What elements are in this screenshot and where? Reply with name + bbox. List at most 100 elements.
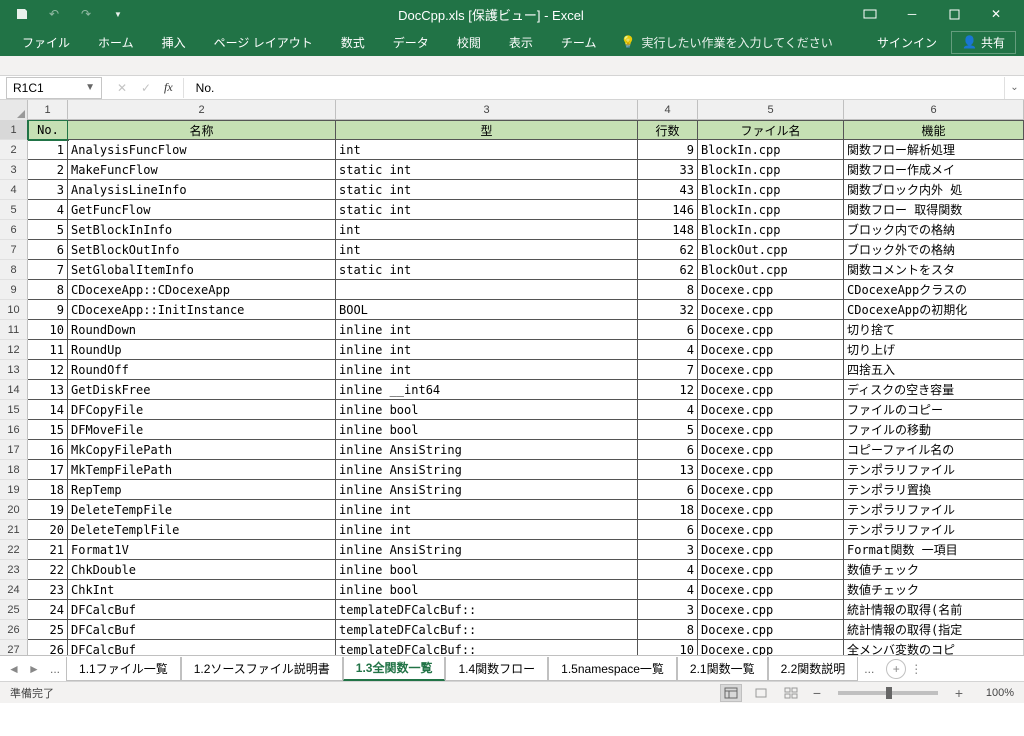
cell-func[interactable]: 関数フロー解析処理 [844, 140, 1024, 160]
tab-insert[interactable]: 挿入 [148, 28, 200, 56]
cell-file[interactable]: BlockIn.cpp [698, 140, 844, 160]
cell-line[interactable]: 8 [638, 280, 698, 300]
cell-type[interactable]: inline AnsiString [336, 460, 638, 480]
signin-button[interactable]: サインイン [867, 34, 947, 51]
cell-line[interactable]: 13 [638, 460, 698, 480]
cell-no[interactable]: 17 [28, 460, 68, 480]
header-cell-line[interactable]: 行数 [638, 120, 698, 140]
row-header[interactable]: 26 [0, 620, 28, 640]
cell-func[interactable]: ブロック外での格納 [844, 240, 1024, 260]
cell-func[interactable]: 統計情報の取得(指定 [844, 620, 1024, 640]
cell-type[interactable]: int [336, 140, 638, 160]
cell-line[interactable]: 4 [638, 560, 698, 580]
zoom-level[interactable]: 100% [974, 687, 1014, 699]
cell-type[interactable]: int [336, 240, 638, 260]
cell-no[interactable]: 13 [28, 380, 68, 400]
sheet-tab[interactable]: 1.5namespace一覧 [548, 657, 677, 681]
cell-file[interactable]: Docexe.cpp [698, 640, 844, 655]
name-box[interactable]: R1C1 ▼ [6, 77, 102, 99]
cell-file[interactable]: Docexe.cpp [698, 520, 844, 540]
cell-line[interactable]: 6 [638, 480, 698, 500]
row-header[interactable]: 12 [0, 340, 28, 360]
cell-name[interactable]: GetFuncFlow [68, 200, 336, 220]
cell-no[interactable]: 18 [28, 480, 68, 500]
cell-file[interactable]: Docexe.cpp [698, 560, 844, 580]
cell-type[interactable]: inline AnsiString [336, 440, 638, 460]
cell-line[interactable]: 33 [638, 160, 698, 180]
zoom-slider[interactable] [838, 691, 938, 695]
cell-name[interactable]: ChkInt [68, 580, 336, 600]
row-header[interactable]: 2 [0, 140, 28, 160]
cell-func[interactable]: ファイルのコピー [844, 400, 1024, 420]
cell-file[interactable]: Docexe.cpp [698, 600, 844, 620]
cell-name[interactable]: AnalysisFuncFlow [68, 140, 336, 160]
cell-type[interactable]: template DFCalcBuf:: [336, 620, 638, 640]
cell-no[interactable]: 25 [28, 620, 68, 640]
row-header[interactable]: 20 [0, 500, 28, 520]
cell-name[interactable]: SetBlockOutInfo [68, 240, 336, 260]
cell-name[interactable]: CDocexeApp::InitInstance [68, 300, 336, 320]
cell-no[interactable]: 8 [28, 280, 68, 300]
cell-file[interactable]: Docexe.cpp [698, 500, 844, 520]
cell-no[interactable]: 1 [28, 140, 68, 160]
zoom-out-button[interactable]: − [810, 685, 824, 701]
cell-name[interactable]: MkCopyFilePath [68, 440, 336, 460]
cell-no[interactable]: 20 [28, 520, 68, 540]
column-header[interactable]: 5 [698, 100, 844, 119]
cell-type[interactable]: inline bool [336, 400, 638, 420]
cell-name[interactable]: AnalysisLineInfo [68, 180, 336, 200]
cell-no[interactable]: 7 [28, 260, 68, 280]
cell-no[interactable]: 14 [28, 400, 68, 420]
enter-formula-button[interactable]: ✓ [134, 78, 158, 98]
cell-func[interactable]: CDocexeAppの初期化 [844, 300, 1024, 320]
cell-type[interactable]: inline int [336, 360, 638, 380]
cell-file[interactable]: Docexe.cpp [698, 380, 844, 400]
cell-name[interactable]: ChkDouble [68, 560, 336, 580]
sheet-nav-next[interactable]: ► [24, 659, 44, 679]
fx-icon[interactable]: fx [158, 80, 179, 95]
tab-file[interactable]: ファイル [8, 28, 84, 56]
select-all-corner[interactable] [0, 100, 28, 120]
tab-review[interactable]: 校閲 [443, 28, 495, 56]
tab-home[interactable]: ホーム [84, 28, 148, 56]
cell-type[interactable]: template DFCalcBuf:: [336, 640, 638, 655]
cell-type[interactable]: inline __int64 [336, 380, 638, 400]
cell-func[interactable]: 切り上げ [844, 340, 1024, 360]
cell-func[interactable]: 統計情報の取得(名前 [844, 600, 1024, 620]
cell-line[interactable]: 7 [638, 360, 698, 380]
cell-type[interactable]: inline int [336, 340, 638, 360]
header-cell-file[interactable]: ファイル名 [698, 120, 844, 140]
cell-no[interactable]: 21 [28, 540, 68, 560]
row-header[interactable]: 7 [0, 240, 28, 260]
tab-team[interactable]: チーム [547, 28, 611, 56]
spreadsheet-grid[interactable]: 1 2 3 4 5 6 1 No. 名称 型 行数 ファイル名 機能2 1 An… [0, 100, 1024, 655]
formula-bar-expand[interactable]: ⌄ [1004, 77, 1024, 99]
cell-func[interactable]: 関数ブロック内外 処 [844, 180, 1024, 200]
page-layout-view-button[interactable] [750, 684, 772, 702]
row-header[interactable]: 3 [0, 160, 28, 180]
cell-no[interactable]: 23 [28, 580, 68, 600]
cell-name[interactable]: SetGlobalItemInfo [68, 260, 336, 280]
share-button[interactable]: 👤 共有 [951, 31, 1016, 54]
undo-button[interactable]: ↶ [40, 2, 68, 26]
cell-no[interactable]: 15 [28, 420, 68, 440]
row-header[interactable]: 16 [0, 420, 28, 440]
cell-type[interactable] [336, 280, 638, 300]
cell-line[interactable]: 3 [638, 600, 698, 620]
cell-name[interactable]: SetBlockInInfo [68, 220, 336, 240]
row-header[interactable]: 15 [0, 400, 28, 420]
cell-line[interactable]: 43 [638, 180, 698, 200]
sheet-ellipsis-right[interactable]: ... [858, 662, 880, 676]
qa-customize-dropdown[interactable]: ▼ [104, 2, 132, 26]
sheet-menu[interactable]: ⋮ [906, 659, 926, 679]
normal-view-button[interactable] [720, 684, 742, 702]
formula-input[interactable]: No. [190, 77, 1004, 99]
cell-func[interactable]: テンポラリ置換 [844, 480, 1024, 500]
cell-type[interactable]: inline AnsiString [336, 540, 638, 560]
cell-file[interactable]: BlockIn.cpp [698, 200, 844, 220]
cell-file[interactable]: Docexe.cpp [698, 280, 844, 300]
row-header[interactable]: 4 [0, 180, 28, 200]
cell-no[interactable]: 2 [28, 160, 68, 180]
save-button[interactable] [8, 2, 36, 26]
row-header[interactable]: 27 [0, 640, 28, 655]
